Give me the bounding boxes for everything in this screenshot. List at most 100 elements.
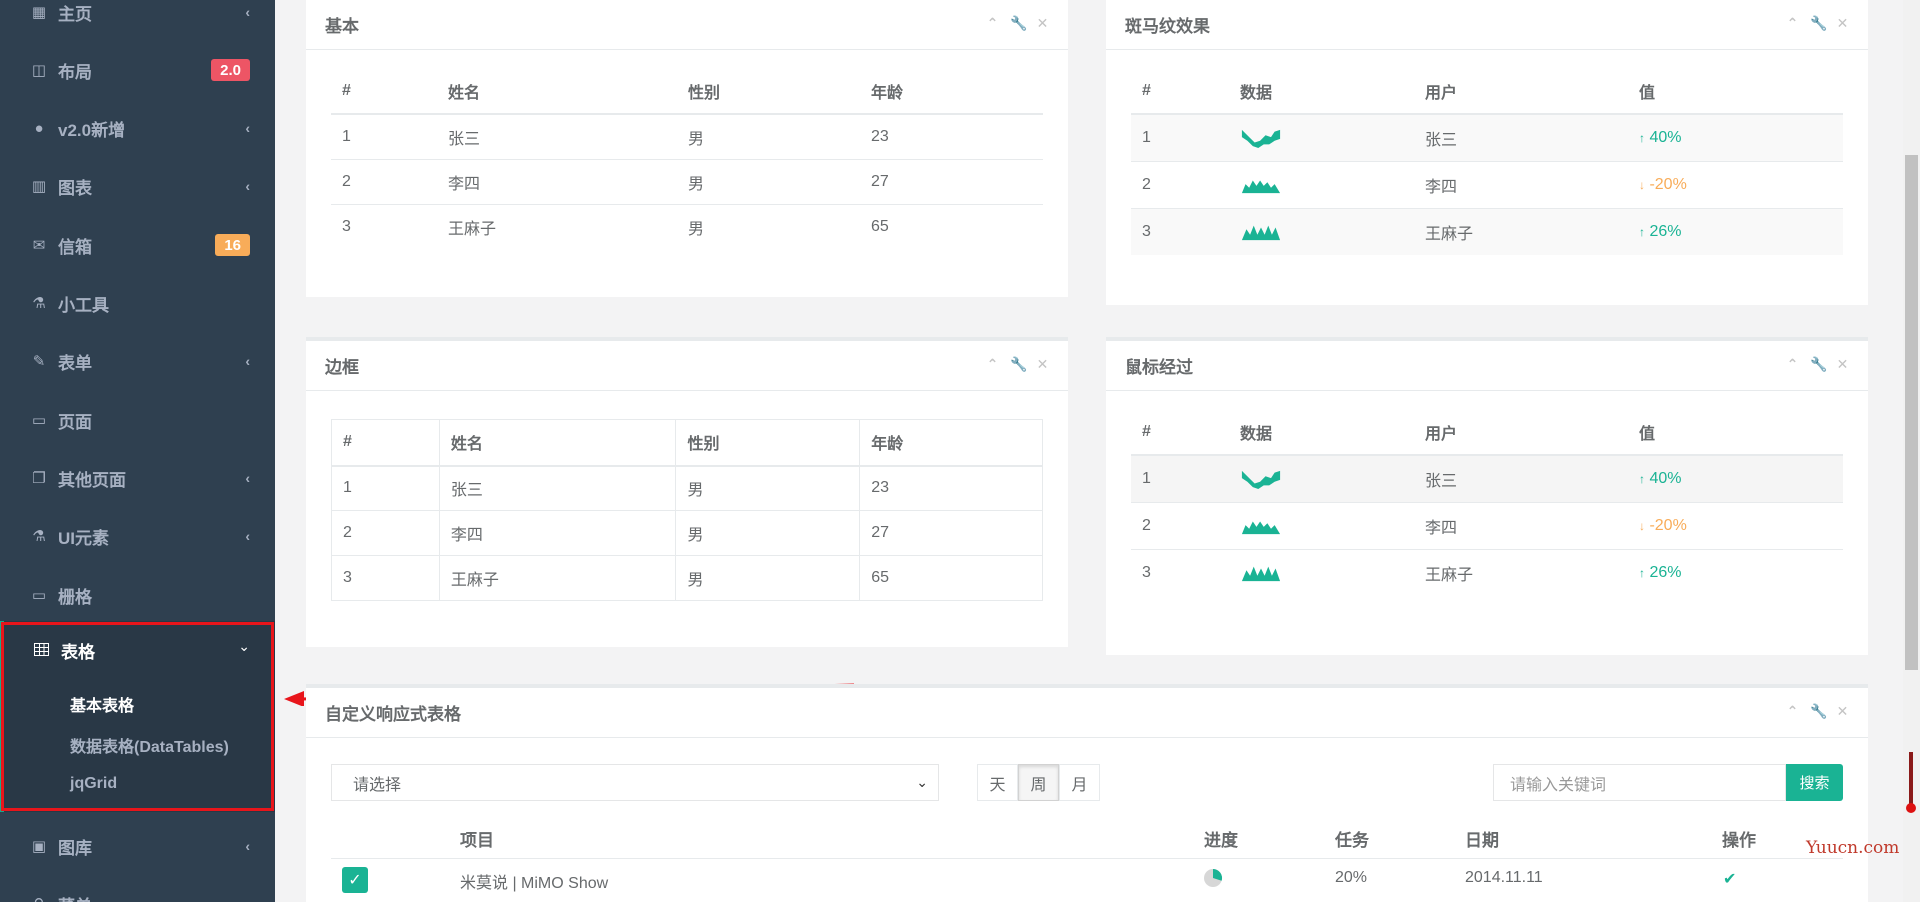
- sidebar-item-1[interactable]: ◫ 布局 2.0: [0, 41, 275, 99]
- filter-select[interactable]: 请选择 ⌄: [331, 764, 939, 801]
- close-icon[interactable]: ✕: [1835, 15, 1850, 32]
- hover-table: # 数据 用户值 1 张三 ↑ 40% 2 李四 ↓ -20% 3 王麻子 ↑ 26%: [1131, 409, 1843, 596]
- search-input[interactable]: 请输入关键词: [1493, 764, 1786, 801]
- arrow-up-icon: ↑: [1639, 130, 1645, 145]
- wrench-icon[interactable]: 🔧: [1810, 15, 1827, 32]
- table-row: 2 李四男 27: [331, 158, 1043, 204]
- submenu-jqgrid[interactable]: jqGrid: [70, 775, 117, 793]
- wrench-icon[interactable]: 🔧: [1010, 15, 1027, 32]
- table-row: 1 张三男 23: [331, 465, 1043, 511]
- panel-title: 鼠标经过 ⌃ 🔧 ✕: [1106, 341, 1868, 391]
- sidebar-item-after-1[interactable]: ⚲ 菜单: [0, 875, 275, 902]
- sidebar-item-label: 图表: [58, 178, 92, 198]
- collapse-icon[interactable]: ⌃: [1785, 703, 1800, 720]
- close-icon[interactable]: ✕: [1035, 356, 1050, 373]
- sparkline-icon: [1229, 501, 1414, 549]
- value-text: -20%: [1649, 175, 1687, 193]
- table-cell: 张三: [1414, 454, 1628, 502]
- chevron-left-icon: ‹: [245, 178, 250, 194]
- table-cell: 2: [331, 510, 440, 556]
- chevron-left-icon: ‹: [245, 353, 250, 369]
- grid-icon: ▦: [31, 4, 47, 21]
- sidebar-item-4[interactable]: ✉ 信箱 16: [0, 216, 275, 274]
- sidebar-item-8[interactable]: ❐ 其他页面 ‹: [0, 449, 275, 507]
- col-header-task: 任务: [1335, 831, 1369, 850]
- sidebar-item-3[interactable]: ▥ 图表 ‹: [0, 157, 275, 215]
- search-button[interactable]: 搜索: [1786, 764, 1843, 801]
- segment-day[interactable]: 天: [977, 764, 1018, 801]
- column-header: 数据: [1229, 409, 1414, 456]
- sparkline-icon: [1229, 454, 1414, 502]
- scrollbar-thumb[interactable]: [1905, 155, 1918, 670]
- row-checkbox[interactable]: ✓: [342, 867, 368, 893]
- column-header: #: [331, 419, 440, 467]
- wrench-icon[interactable]: 🔧: [1810, 356, 1827, 373]
- desktop-icon: ▭: [31, 412, 47, 429]
- row-date: 2014.11.11: [1465, 869, 1543, 886]
- panel-title-text: 鼠标经过: [1125, 358, 1193, 377]
- edit-icon: ✎: [32, 353, 46, 370]
- sidebar-item-tables[interactable]: 表格 ⌄ 基本表格 数据表格(DataTables) jqGrid: [0, 621, 275, 812]
- collapse-icon[interactable]: ⌃: [1785, 15, 1800, 32]
- table-cell: 3: [1131, 548, 1229, 596]
- table-cell: 1: [331, 465, 440, 511]
- close-icon[interactable]: ✕: [1835, 356, 1850, 373]
- col-header-date: 日期: [1465, 831, 1499, 850]
- close-icon[interactable]: ✕: [1035, 15, 1050, 32]
- submenu-basic-table[interactable]: 基本表格: [70, 692, 134, 716]
- column-header: #: [1131, 409, 1229, 456]
- table-row: 2 李四 ↓ -20%: [1131, 160, 1843, 208]
- panel-striped: 斑马纹效果 ⌃ 🔧 ✕ # 数据 用户值 1 张三 ↑ 40% 2 李四 ↓ -20% 3 王麻子 ↑…: [1106, 0, 1868, 305]
- select-value: 请选择: [353, 776, 402, 794]
- header-divider: [331, 858, 1843, 859]
- sidebar-item-tables-head[interactable]: 表格: [34, 638, 95, 663]
- chevron-down-icon: ⌄: [238, 638, 250, 654]
- collapse-icon[interactable]: ⌃: [1785, 356, 1800, 373]
- sidebar-item-after-0[interactable]: ▣ 图库 ‹: [0, 817, 275, 875]
- check-icon[interactable]: ✔: [1723, 869, 1736, 889]
- panel-title: 边框 ⌃ 🔧 ✕: [306, 341, 1068, 391]
- flask-icon: ⚗: [32, 528, 46, 545]
- sidebar-item-0[interactable]: ▦ 主页 ‹: [0, 0, 275, 41]
- row-project[interactable]: 米莫说 | MiMO Show: [460, 869, 608, 893]
- table-cell: 3: [331, 203, 437, 249]
- segment-month[interactable]: 月: [1059, 764, 1100, 801]
- table-cell: 1: [1131, 113, 1229, 161]
- table-cell: 王麻子: [438, 555, 677, 601]
- collapse-icon[interactable]: ⌃: [985, 356, 1000, 373]
- value-cell: ↑ 40%: [1628, 454, 1843, 502]
- column-header: 性别: [675, 419, 861, 467]
- sidebar-item-label: v2.0新增: [58, 120, 126, 140]
- table-cell: 王麻子: [1414, 207, 1628, 255]
- wrench-icon[interactable]: 🔧: [1010, 356, 1027, 373]
- sidebar-item-6[interactable]: ✎ 表单 ‹: [0, 332, 275, 390]
- table-row: 2 李四 ↓ -20%: [1131, 501, 1843, 549]
- wrench-icon[interactable]: 🔧: [1810, 703, 1827, 720]
- sidebar-item-label: 布局: [58, 62, 92, 82]
- table-row: 1 张三 ↑ 40%: [1131, 454, 1843, 502]
- submenu-datatables[interactable]: 数据表格(DataTables): [70, 733, 229, 757]
- panel-title: 基本 ⌃ 🔧 ✕: [306, 0, 1068, 50]
- panel-title-text: 基本: [325, 17, 359, 36]
- sidebar-item-5[interactable]: ⚗ 小工具: [0, 274, 275, 332]
- value-cell: ↑ 26%: [1628, 548, 1843, 596]
- picture-icon: ▣: [31, 838, 47, 855]
- sidebar-item-2[interactable]: ● v2.0新增 ‹: [0, 99, 275, 157]
- column-header: 数据: [1229, 68, 1414, 115]
- sidebar-item-7[interactable]: ▭ 页面: [0, 391, 275, 449]
- collapse-icon[interactable]: ⌃: [985, 15, 1000, 32]
- chevron-left-icon: ‹: [245, 470, 250, 486]
- table-cell: 男: [677, 203, 860, 249]
- table-cell: 27: [859, 510, 1043, 556]
- segment-week[interactable]: 周: [1018, 764, 1059, 801]
- panel-title: 斑马纹效果 ⌃ 🔧 ✕: [1106, 0, 1868, 50]
- table-cell: 3: [1131, 207, 1229, 255]
- panel-tools: ⌃ 🔧 ✕: [1785, 703, 1850, 720]
- sidebar-item-10[interactable]: ▭ 栅格: [0, 566, 275, 624]
- close-icon[interactable]: ✕: [1835, 703, 1850, 720]
- sidebar-item-9[interactable]: ⚗ UI元素 ‹: [0, 507, 275, 565]
- column-header: 年龄: [860, 68, 1043, 115]
- basic-table: # 姓名 性别 年龄 1 张三男 23 2 李四男 27 3 王麻子男 65: [331, 68, 1043, 249]
- watermark: Yuucn.com: [1806, 838, 1900, 858]
- table-cell: 65: [860, 203, 1043, 249]
